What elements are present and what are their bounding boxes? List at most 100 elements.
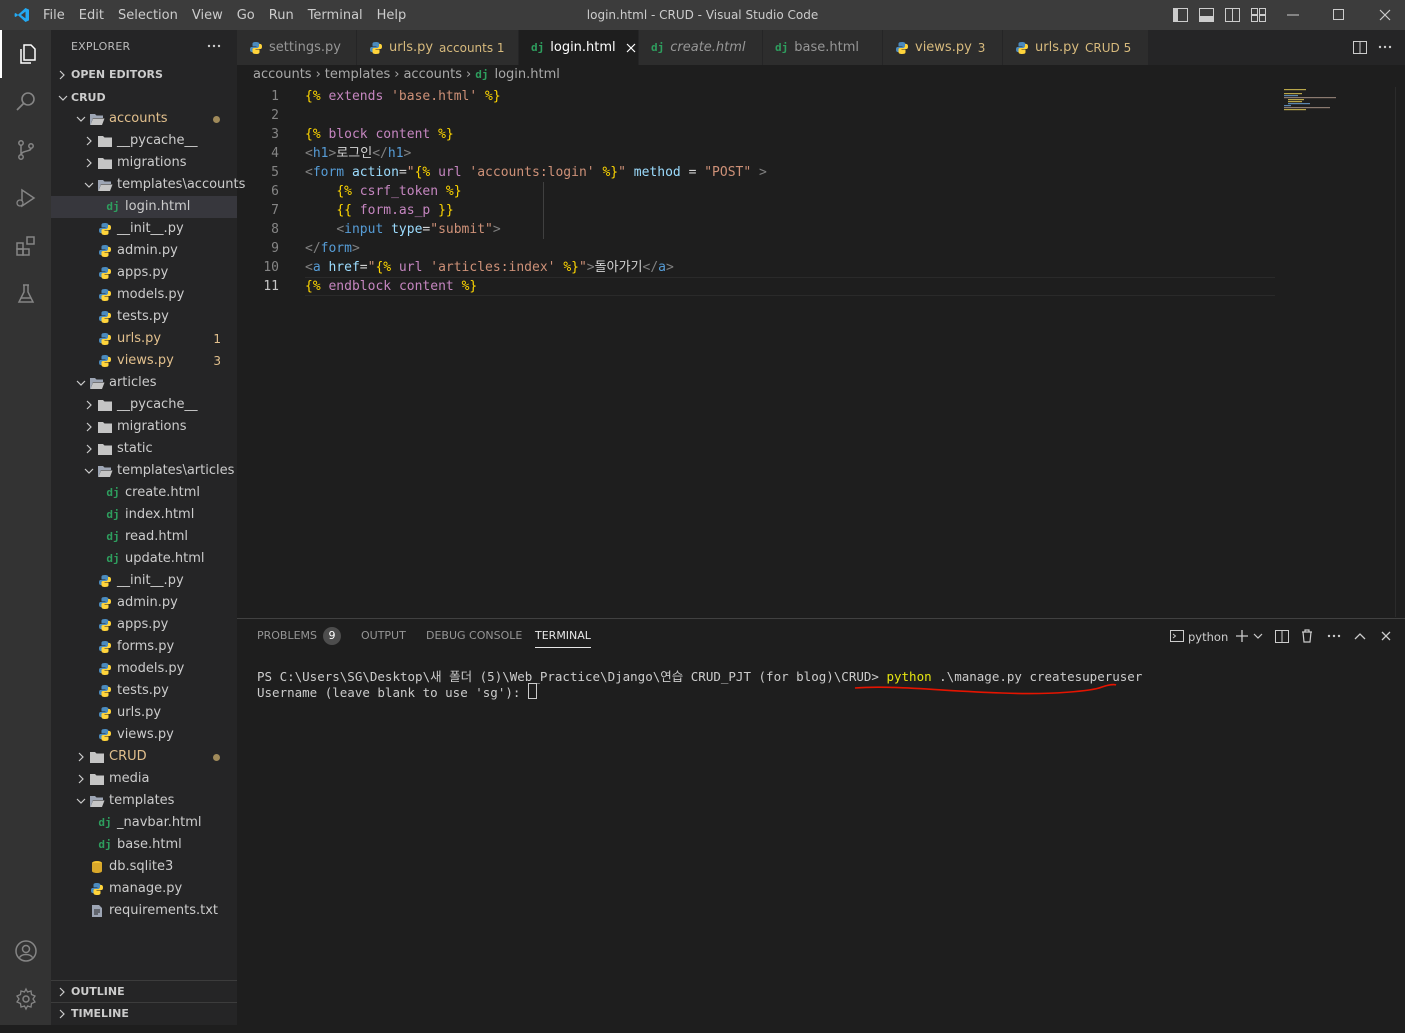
tab-views-py[interactable]: views.py 3 (883, 30, 1003, 65)
tree-item[interactable]: migrations (51, 416, 237, 438)
customize-layout-icon[interactable] (1250, 7, 1266, 23)
tree-item[interactable]: dj base.html (51, 834, 237, 856)
terminal-selector[interactable]: python (1170, 628, 1228, 646)
python-icon (369, 41, 383, 55)
tree-item[interactable]: media (51, 768, 237, 790)
testing-icon[interactable] (0, 270, 51, 318)
maximize-panel-chevron-up-icon[interactable] (1352, 628, 1368, 644)
breadcrumb-item[interactable]: templates (325, 67, 390, 82)
tree-item[interactable]: apps.py (51, 262, 237, 284)
run-debug-icon[interactable] (0, 174, 51, 222)
tree-item[interactable]: tests.py (51, 680, 237, 702)
tree-item[interactable]: manage.py (51, 878, 237, 900)
tree-item[interactable]: models.py (51, 658, 237, 680)
terminal-line-2[interactable]: Username (leave blank to use 'sg'): (257, 683, 537, 700)
menu-file[interactable]: File (36, 8, 72, 23)
close-panel-icon[interactable] (1378, 628, 1394, 644)
tree-item[interactable]: accounts (51, 108, 237, 130)
tree-item[interactable]: __init__.py (51, 570, 237, 592)
menu-run[interactable]: Run (262, 8, 301, 23)
toggle-secondary-sidebar-icon[interactable] (1224, 7, 1240, 23)
toggle-panel-icon[interactable] (1198, 7, 1214, 23)
tree-item[interactable]: admin.py (51, 592, 237, 614)
extensions-icon[interactable] (0, 222, 51, 270)
timeline-section[interactable]: TIMELINE (51, 1002, 237, 1025)
tree-item[interactable]: dj _navbar.html (51, 812, 237, 834)
more-actions-icon[interactable] (205, 39, 223, 53)
editor-scrollbar[interactable] (1395, 87, 1405, 617)
tree-item[interactable]: views.py (51, 724, 237, 746)
menu-edit[interactable]: Edit (72, 8, 111, 23)
tab-terminal[interactable]: TERMINAL (535, 619, 591, 648)
menu-selection[interactable]: Selection (111, 8, 185, 23)
tree-item[interactable]: __pycache__ (51, 130, 237, 152)
tree-item[interactable]: urls.py 1 (51, 328, 237, 350)
chevron-right-icon (73, 771, 89, 787)
breadcrumb-item[interactable]: login.html (494, 67, 559, 82)
tree-item[interactable]: forms.py (51, 636, 237, 658)
tree-item[interactable]: dj login.html (51, 196, 237, 218)
code-line: 6 {% csrf_token %} (237, 182, 1395, 201)
tree-item[interactable]: static (51, 438, 237, 460)
tree-item[interactable]: dj index.html (51, 504, 237, 526)
menu-view[interactable]: View (185, 8, 230, 23)
split-editor-icon[interactable] (1352, 39, 1368, 55)
tree-item[interactable]: articles (51, 372, 237, 394)
outline-section[interactable]: OUTLINE (51, 980, 237, 1003)
tree-item[interactable]: admin.py (51, 240, 237, 262)
open-editors-section[interactable]: OPEN EDITORS (51, 64, 237, 86)
tree-item[interactable]: views.py 3 (51, 350, 237, 372)
tab-settings-py[interactable]: settings.py (237, 30, 357, 65)
tab-problems[interactable]: PROBLEMS 9 (257, 619, 342, 653)
close-window-icon[interactable] (1376, 7, 1394, 23)
breadcrumb-item[interactable]: accounts (253, 67, 312, 82)
new-terminal-plus-icon[interactable] (1234, 628, 1250, 644)
menu-go[interactable]: Go (230, 8, 262, 23)
tree-item[interactable]: apps.py (51, 614, 237, 636)
breadcrumb-item[interactable]: accounts (403, 67, 462, 82)
menu-terminal[interactable]: Terminal (301, 8, 370, 23)
tree-item[interactable]: CRUD (51, 746, 237, 768)
source-control-icon[interactable] (0, 126, 51, 174)
tab-label: urls.py (389, 40, 434, 55)
tab-debug-console[interactable]: DEBUG CONSOLE (426, 619, 522, 653)
tab-urls-py-accounts[interactable]: urls.py accounts 1 (357, 30, 519, 65)
tab-create-html[interactable]: dj create.html (639, 30, 763, 65)
project-section[interactable]: CRUD (51, 87, 237, 109)
tree-item[interactable]: templates\articles (51, 460, 237, 482)
toggle-sidebar-icon[interactable] (1172, 7, 1188, 23)
tree-item[interactable]: dj update.html (51, 548, 237, 570)
tab-urls-py-crud[interactable]: urls.py CRUD 5 (1003, 30, 1149, 65)
tab-output[interactable]: OUTPUT (361, 619, 406, 653)
tree-item[interactable]: __pycache__ (51, 394, 237, 416)
tree-item[interactable]: templates\accounts (51, 174, 245, 196)
chevron-down-icon[interactable] (1252, 628, 1264, 644)
tree-item[interactable]: requirements.txt (51, 900, 237, 922)
tab-login-html[interactable]: dj login.html (519, 30, 639, 65)
editor-more-actions-icon[interactable] (1377, 39, 1393, 55)
minimize-icon[interactable] (1284, 7, 1302, 23)
tree-item[interactable]: db.sqlite3 (51, 856, 237, 878)
tree-item[interactable]: tests.py (51, 306, 237, 328)
tree-item[interactable]: __init__.py (51, 218, 237, 240)
tree-item[interactable]: dj read.html (51, 526, 237, 548)
trash-icon[interactable] (1299, 628, 1315, 644)
minimap[interactable] (1280, 87, 1395, 617)
tab-base-html[interactable]: dj base.html (763, 30, 883, 65)
maximize-icon[interactable] (1330, 7, 1348, 23)
tree-item[interactable]: urls.py (51, 702, 237, 724)
account-icon[interactable] (0, 927, 51, 975)
settings-gear-icon[interactable] (0, 975, 51, 1023)
menu-help[interactable]: Help (370, 8, 414, 23)
panel-more-actions-icon[interactable] (1326, 628, 1342, 644)
code-editor[interactable]: 1 {% extends 'base.html' %} 2 3 {% block c… (237, 87, 1395, 617)
search-icon[interactable] (0, 78, 51, 126)
tree-item[interactable]: dj create.html (51, 482, 237, 504)
tree-item[interactable]: templates (51, 790, 237, 812)
tree-item[interactable]: models.py (51, 284, 237, 306)
tree-item-label: apps.py (117, 265, 169, 280)
explorer-icon[interactable] (0, 30, 51, 78)
close-tab-icon[interactable] (626, 43, 636, 53)
split-terminal-icon[interactable] (1274, 628, 1290, 644)
tree-item[interactable]: migrations (51, 152, 237, 174)
